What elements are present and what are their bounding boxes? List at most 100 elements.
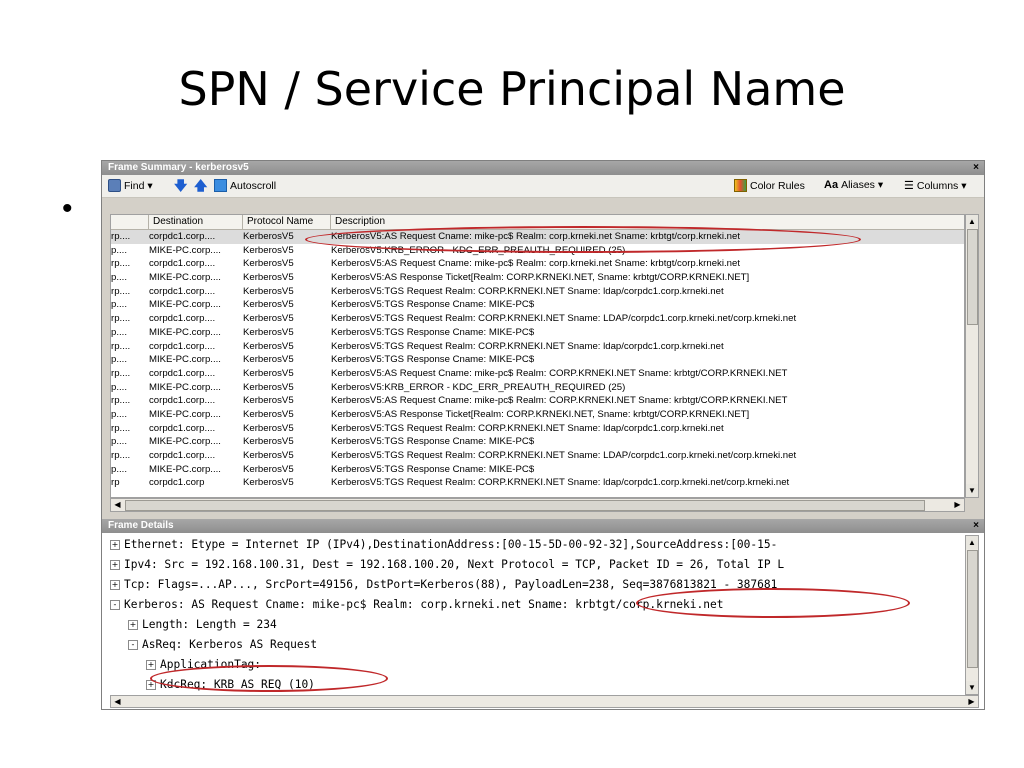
cell-src: p.... (111, 463, 127, 475)
table-row[interactable]: p.... MIKE-PC.corp.... KerberosV5 KerberosV… (111, 408, 964, 422)
cell-proto: KerberosV5 (243, 272, 294, 284)
collapse-icon[interactable]: - (128, 640, 138, 650)
scroll-thumb[interactable] (967, 550, 978, 668)
table-row[interactable]: rp.... corpdc1.corp.... KerberosV5 Kerberos… (111, 367, 964, 381)
autoscroll-label: Autoscroll (230, 179, 277, 192)
cell-dst: corpdc1.corp.... (149, 258, 216, 270)
expand-icon[interactable]: + (110, 580, 120, 590)
expand-icon[interactable]: + (110, 540, 120, 550)
table-row[interactable]: p.... MIKE-PC.corp.... KerberosV5 KerberosV… (111, 298, 964, 312)
scroll-left-icon[interactable]: ◀ (111, 696, 124, 708)
cell-desc: KerberosV5:AS Request Cname: mike-pc$ Re… (331, 258, 740, 270)
tree-node[interactable]: - AsReq: Kerberos AS Request (110, 635, 965, 655)
table-row[interactable]: p.... MIKE-PC.corp.... KerberosV5 KerberosV… (111, 353, 964, 367)
tree-node[interactable]: + Ipv4: Src = 192.168.100.31, Dest = 192.… (110, 555, 965, 575)
table-row[interactable]: rp.... corpdc1.corp.... KerberosV5 Kerberos… (111, 257, 964, 271)
cell-proto: KerberosV5 (243, 326, 294, 338)
collapse-icon[interactable]: - (110, 600, 120, 610)
columns-icon: ☰ (904, 180, 914, 192)
scroll-thumb[interactable] (125, 500, 925, 511)
cell-desc: KerberosV5:TGS Request Realm: CORP.KRNEK… (331, 477, 790, 489)
color-rules-label: Color Rules (750, 179, 805, 192)
arrow-up-icon: 🡅 (194, 178, 208, 193)
find-button[interactable]: Find ▾ (108, 179, 153, 192)
tree-node[interactable]: + Ethernet: Etype = Internet IP (IPv4),De… (110, 535, 965, 555)
find-next-button[interactable]: 🡇 (174, 179, 187, 192)
cell-proto: KerberosV5 (243, 354, 294, 366)
color-rules-button[interactable]: Color Rules (734, 179, 805, 192)
table-row[interactable]: rp corpdc1.corp KerberosV5 KerberosV5:TGS R… (111, 476, 964, 490)
highlight-oval-sname-details (636, 588, 910, 618)
cell-desc: KerberosV5:AS Request Cname: mike-pc$ Re… (331, 367, 788, 379)
frame-summary-title: Frame Summary - kerberosv5 (108, 162, 249, 173)
scroll-right-icon[interactable]: ▶ (951, 499, 964, 511)
scroll-down-icon[interactable]: ▼ (966, 484, 978, 497)
scroll-up-icon[interactable]: ▲ (966, 536, 978, 549)
cell-proto: KerberosV5 (243, 258, 294, 270)
table-row[interactable]: p.... MIKE-PC.corp.... KerberosV5 KerberosV… (111, 381, 964, 395)
cell-src: rp.... (111, 313, 131, 325)
frame-details-title: Frame Details (108, 520, 174, 531)
column-header-destination[interactable]: Destination (149, 215, 243, 229)
close-icon[interactable]: × (973, 161, 979, 175)
cell-proto: KerberosV5 (243, 450, 294, 461)
columns-button[interactable]: ☰ Columns ▾ (904, 179, 967, 193)
details-horizontal-scrollbar[interactable]: ◀ ▶ (110, 695, 979, 708)
cell-src: rp.... (111, 395, 131, 407)
table-row[interactable]: p.... MIKE-PC.corp.... KerberosV5 KerberosV… (111, 326, 964, 340)
column-header-source[interactable] (111, 215, 149, 229)
expand-icon[interactable]: + (128, 620, 138, 630)
table-row[interactable]: p.... MIKE-PC.corp.... KerberosV5 KerberosV… (111, 271, 964, 285)
arrow-down-icon: 🡇 (174, 178, 188, 193)
tree-node[interactable]: + Length: Length = 234 (110, 615, 965, 635)
find-previous-button[interactable]: 🡅 (194, 179, 207, 192)
cell-dst: corpdc1.corp.... (149, 340, 216, 352)
cell-desc: KerberosV5:AS Response Ticket[Realm: COR… (331, 272, 750, 284)
summary-horizontal-scrollbar[interactable]: ◀ ▶ (110, 498, 965, 512)
cell-proto: KerberosV5 (243, 395, 294, 407)
cell-dst: corpdc1.corp.... (149, 395, 216, 407)
cell-src: p.... (111, 299, 127, 311)
cell-proto: KerberosV5 (243, 299, 294, 311)
cell-desc: KerberosV5:TGS Request Realm: CORP.KRNEK… (331, 422, 724, 434)
columns-label: Columns ▾ (916, 179, 967, 192)
cell-src: p.... (111, 381, 127, 393)
highlight-oval-kdcreq (150, 665, 388, 692)
table-row[interactable]: rp.... corpdc1.corp.... KerberosV5 Kerberos… (111, 394, 964, 408)
column-header-protocol[interactable]: Protocol Name (243, 215, 331, 229)
frame-details-header: Frame Details × (102, 519, 984, 533)
scroll-down-icon[interactable]: ▼ (966, 681, 978, 694)
cell-dst: MIKE-PC.corp.... (149, 244, 221, 256)
scroll-left-icon[interactable]: ◀ (111, 499, 124, 511)
table-row[interactable]: rp.... corpdc1.corp.... KerberosV5 Kerberos… (111, 422, 964, 436)
table-row[interactable]: rp.... corpdc1.corp.... KerberosV5 Kerberos… (111, 449, 964, 463)
cell-desc: KerberosV5:TGS Request Realm: CORP.KRNEK… (331, 340, 724, 352)
highlight-oval-sname-request (305, 226, 861, 253)
summary-vertical-scrollbar[interactable]: ▲ ▼ (965, 214, 979, 498)
table-row[interactable]: rp.... corpdc1.corp.... KerberosV5 Kerberos… (111, 312, 964, 326)
expand-icon[interactable]: + (146, 660, 156, 670)
find-label: Find ▾ (124, 179, 153, 192)
cell-src: p.... (111, 272, 127, 284)
cell-src: p.... (111, 326, 127, 338)
frame-summary-grid: Destination Protocol Name Description rp… (110, 214, 965, 498)
table-row[interactable]: rp.... corpdc1.corp.... KerberosV5 Kerberos… (111, 285, 964, 299)
scroll-thumb[interactable] (967, 229, 978, 325)
cell-dst: corpdc1.corp (149, 477, 205, 489)
autoscroll-button[interactable]: Autoscroll (214, 179, 276, 192)
cell-proto: KerberosV5 (243, 367, 294, 379)
cell-desc: KerberosV5:TGS Request Realm: CORP.KRNEK… (331, 313, 797, 325)
cell-src: rp.... (111, 422, 131, 434)
table-row[interactable]: rp.... corpdc1.corp.... KerberosV5 Kerberos… (111, 340, 964, 354)
expand-icon[interactable]: + (110, 560, 120, 570)
scroll-right-icon[interactable]: ▶ (965, 696, 978, 708)
table-row[interactable]: p.... MIKE-PC.corp.... KerberosV5 KerberosV… (111, 435, 964, 449)
scroll-up-icon[interactable]: ▲ (966, 215, 978, 228)
close-icon[interactable]: × (973, 519, 979, 533)
aliases-button[interactable]: Aa Aliases ▾ (824, 179, 883, 191)
details-vertical-scrollbar[interactable]: ▲ ▼ (965, 535, 979, 695)
cell-dst: corpdc1.corp.... (149, 231, 216, 242)
cell-proto: KerberosV5 (243, 285, 294, 297)
table-row[interactable]: p.... MIKE-PC.corp.... KerberosV5 KerberosV… (111, 463, 964, 477)
cell-desc: KerberosV5:AS Response Ticket[Realm: COR… (331, 408, 750, 420)
